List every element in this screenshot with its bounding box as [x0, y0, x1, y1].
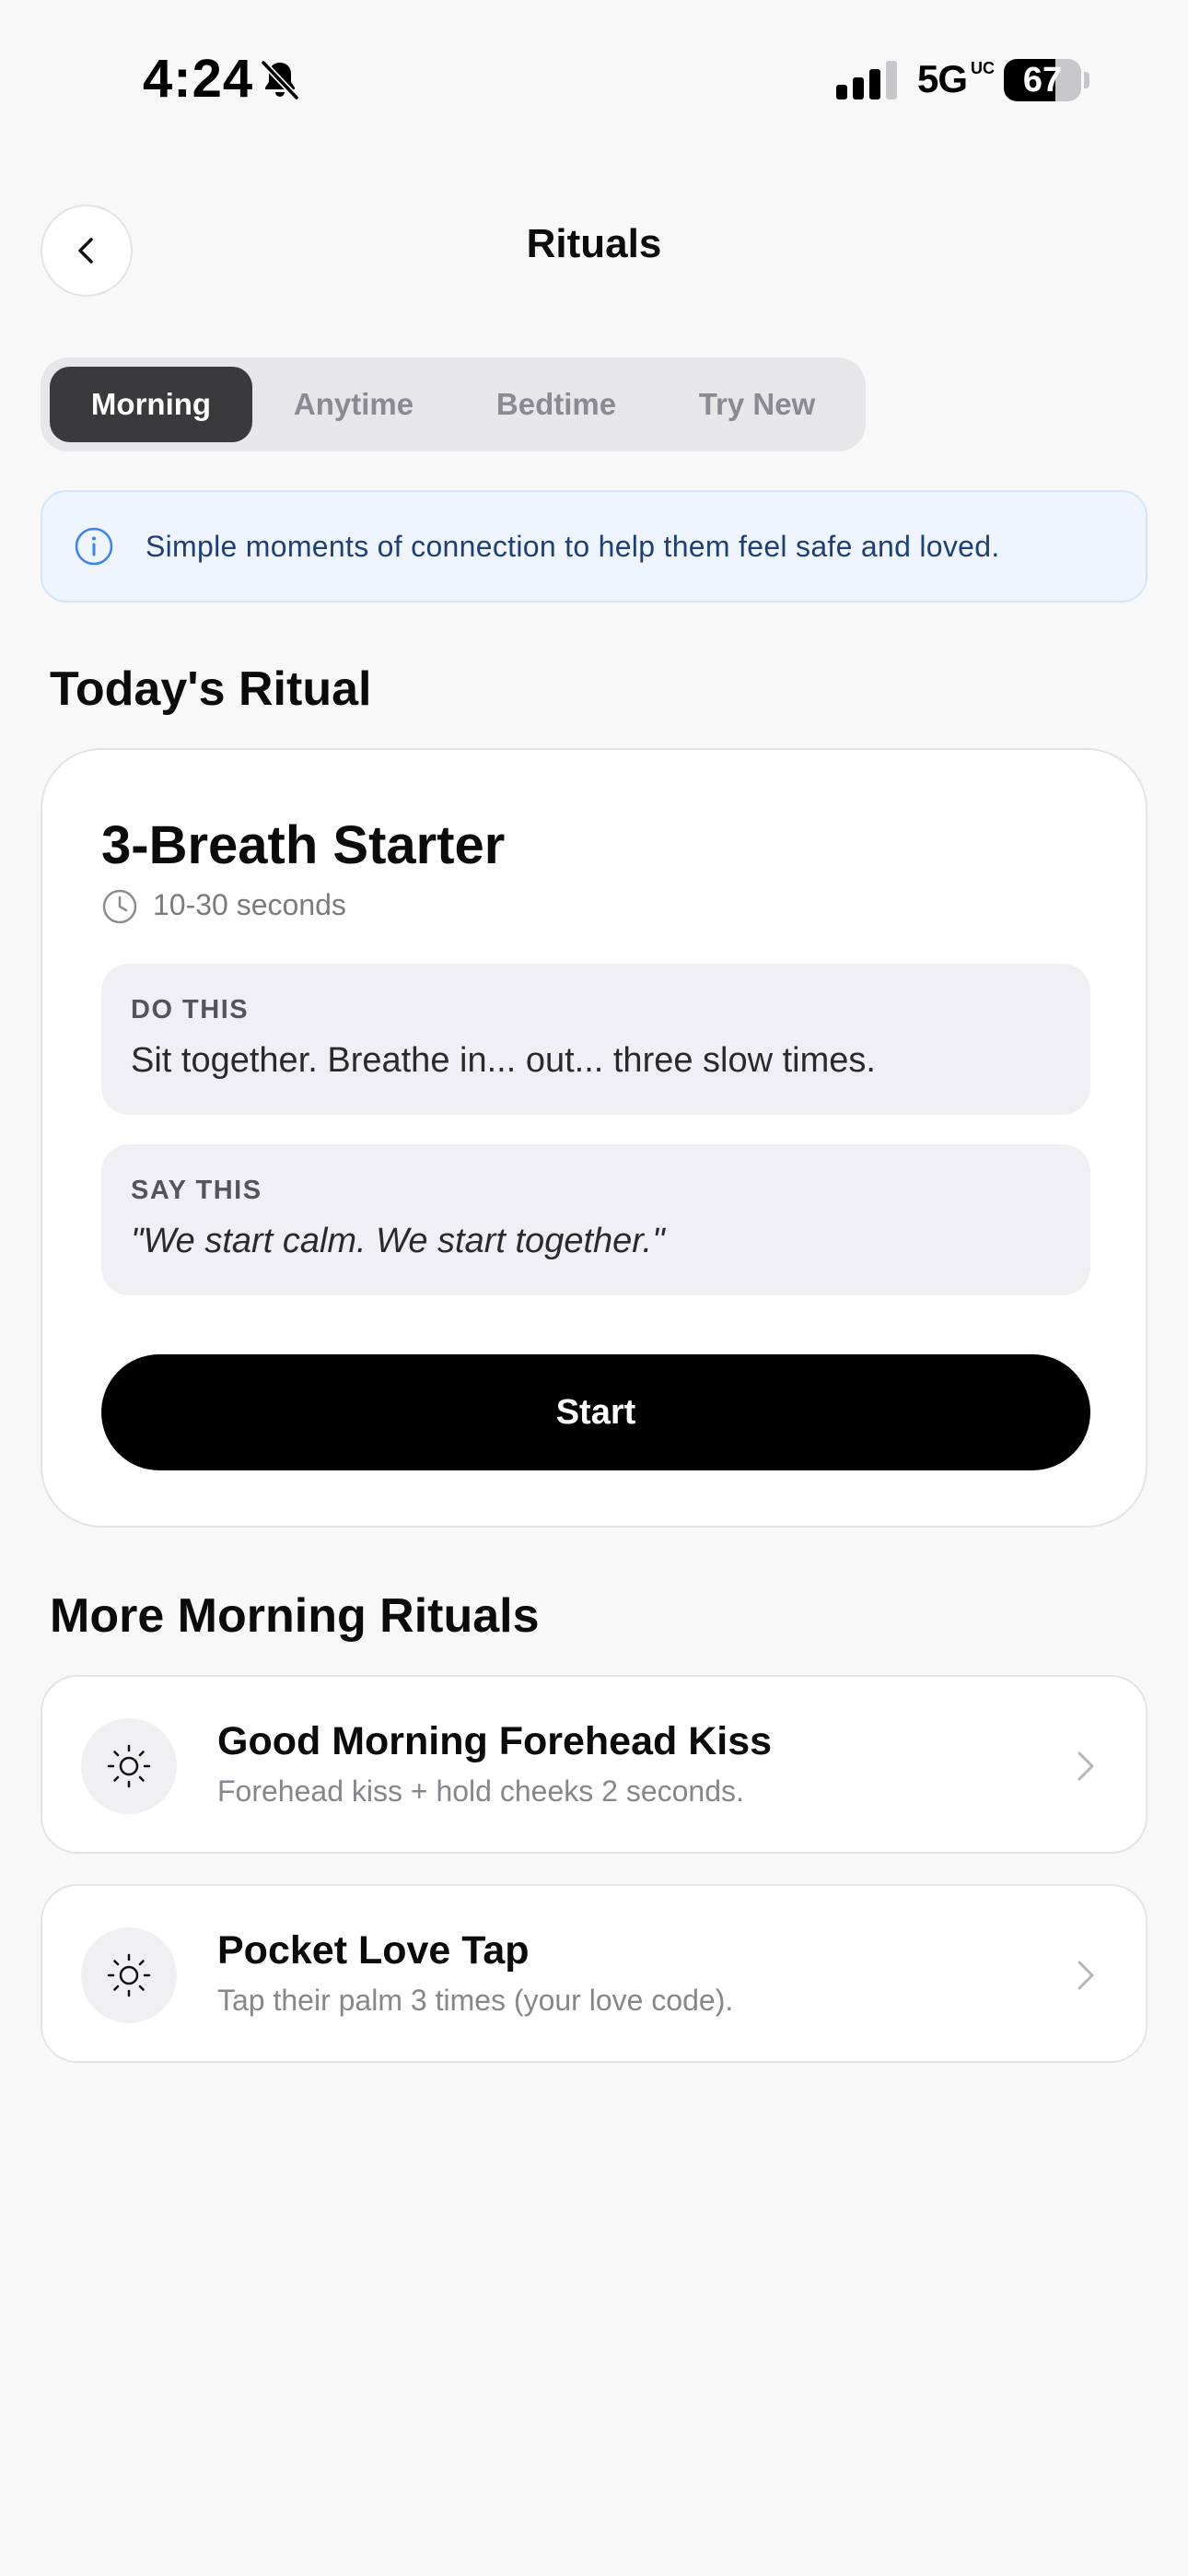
- bell-slash-icon: [261, 60, 299, 100]
- say-this-box: SAY THIS "We start calm. We start togeth…: [101, 1144, 1090, 1295]
- list-item-title: Good Morning Forehead Kiss: [217, 1719, 773, 1763]
- more-rituals-heading: More Morning Rituals: [50, 1589, 540, 1643]
- todays-ritual-card: 3-Breath Starter 10-30 seconds DO THIS S…: [41, 748, 1147, 1528]
- info-text: Simple moments of connection to help the…: [146, 529, 1000, 563]
- info-icon: [75, 527, 113, 566]
- say-this-label: SAY THIS: [131, 1176, 262, 1205]
- do-this-label: DO THIS: [131, 995, 250, 1025]
- do-this-text: Sit together. Breathe in... out... three…: [131, 1041, 876, 1080]
- start-button[interactable]: Start: [101, 1354, 1090, 1470]
- list-item-title: Pocket Love Tap: [217, 1928, 530, 1973]
- battery-percent: 67: [1022, 61, 1063, 100]
- info-banner: Simple moments of connection to help the…: [41, 490, 1147, 603]
- rituals-screen: 4:24 5G UC 67 Rituals Morning Anytime Be…: [0, 0, 1188, 2576]
- page-title: Rituals: [526, 221, 662, 266]
- status-time: 4:24: [143, 49, 254, 109]
- list-item-subtitle: Forehead kiss + hold cheeks 2 seconds.: [217, 1774, 744, 1808]
- ritual-list-item[interactable]: Good Morning Forehead Kiss Forehead kiss…: [41, 1675, 1147, 1854]
- tab-morning[interactable]: Morning: [50, 367, 252, 442]
- list-item-subtitle: Tap their palm 3 times (your love code).: [217, 1984, 734, 2017]
- battery-cap: [1084, 72, 1089, 88]
- do-this-box: DO THIS Sit together. Breathe in... out.…: [101, 964, 1090, 1115]
- tab-bedtime[interactable]: Bedtime: [455, 367, 658, 442]
- chevron-right-icon: [1077, 1751, 1094, 1781]
- ritual-time-tabs: Morning Anytime Bedtime Try New: [41, 357, 866, 451]
- sun-icon: [81, 1927, 177, 2023]
- status-bar: 4:24 5G UC 67: [0, 0, 1188, 157]
- clock-icon: [102, 889, 137, 924]
- ritual-name: 3-Breath Starter: [101, 815, 506, 875]
- battery-indicator: 67: [1004, 59, 1081, 101]
- network-subtype: UC: [971, 59, 995, 77]
- say-this-text: "We start calm. We start together.": [131, 1222, 665, 1260]
- network-type: 5G: [917, 57, 968, 100]
- ritual-duration: 10-30 seconds: [153, 888, 346, 921]
- ritual-list-item[interactable]: Pocket Love Tap Tap their palm 3 times (…: [41, 1884, 1147, 2063]
- todays-ritual-heading: Today's Ritual: [50, 662, 372, 716]
- chevron-right-icon: [1077, 1961, 1094, 1990]
- tab-try-new[interactable]: Try New: [658, 367, 856, 442]
- tab-anytime[interactable]: Anytime: [252, 367, 455, 442]
- sun-icon: [81, 1718, 177, 1814]
- cellular-signal-icon: [836, 61, 897, 100]
